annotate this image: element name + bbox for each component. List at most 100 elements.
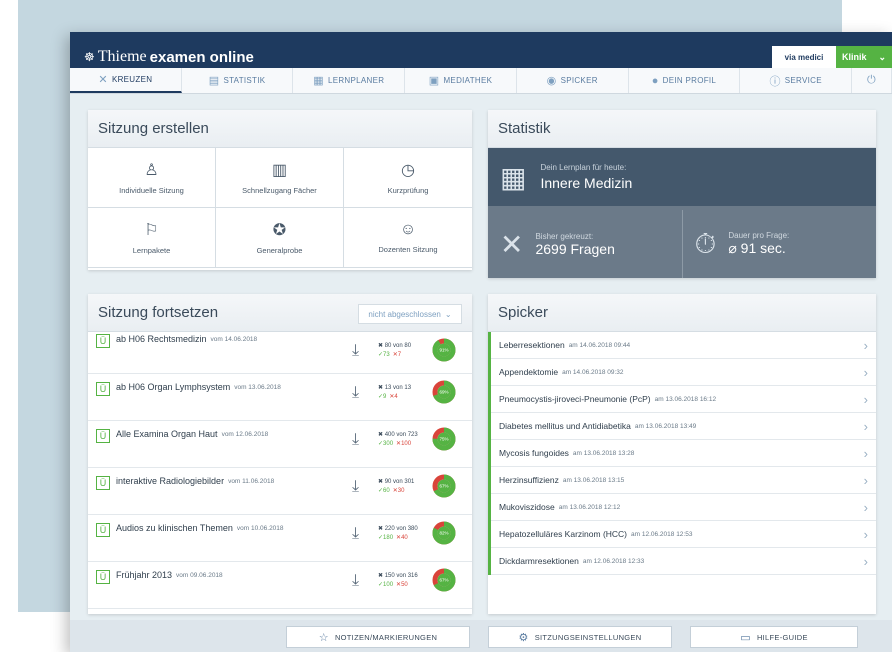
- spicker-item[interactable]: Leberresektionen am 14.06.2018 09:44 ›: [491, 332, 876, 359]
- session-row[interactable]: Üinteraktive Radiologiebilder vom 11.06.2…: [88, 468, 472, 515]
- donut-percent: 69%: [439, 390, 448, 395]
- learning-packages-button[interactable]: ⚐ Lernpakete: [88, 208, 216, 268]
- tab-label: SPICKER: [560, 76, 598, 85]
- tab-spicker[interactable]: ◉ SPICKER: [517, 68, 629, 93]
- session-filter-dropdown[interactable]: nicht abgeschlossen ⌄: [358, 304, 462, 324]
- download-icon[interactable]: ⤓: [352, 384, 359, 402]
- session-row[interactable]: Ü Alle Examina Organ Haut vom 12.06.2018 ⤓ ✖…: [88, 421, 472, 468]
- person-icon: ♙: [144, 162, 159, 179]
- session-row[interactable]: Ü Frühjahr 2013 vom 09.06.2018 ⤓ ✖ 150 von 3…: [88, 562, 472, 609]
- spicker-item[interactable]: Herzinsuffizienz am 13.06.2018 13:15 ›: [491, 467, 876, 494]
- app-window: ☸ Thieme examen online via medici Klinik…: [70, 32, 892, 652]
- tab-statistik[interactable]: ▤ STATISTIK: [182, 68, 294, 93]
- session-icon: Ü: [96, 476, 110, 490]
- donut-percent: 67%: [439, 578, 448, 583]
- spicker-title: Leberresektionen: [499, 340, 565, 350]
- session-row[interactable]: Üab H06 Rechtsmedizin vom 14.06.2018 ⤓ ✖ 80…: [88, 332, 472, 374]
- power-icon: ⏻: [867, 74, 877, 86]
- brand-name: Thieme: [97, 48, 147, 65]
- filter-label: nicht abgeschlossen: [368, 309, 441, 319]
- lecturer-icon: ☺: [399, 221, 417, 238]
- spicker-item[interactable]: Hepatozelluläres Karzinom (HCC) am 12.06.…: [491, 521, 876, 548]
- spicker-date: am 13.06.2018 13:28: [572, 449, 635, 457]
- create-session-panel: Sitzung erstellen ♙ Individuelle Sitzung…: [88, 110, 472, 270]
- session-icon: Ü: [96, 429, 110, 443]
- spicker-item[interactable]: Diabetes mellitus und Antidiabetika am 13…: [491, 413, 876, 440]
- session-row[interactable]: Ü Audios zu klinischen Themen vom 10.06.20…: [88, 515, 472, 562]
- spicker-title: Hepatozelluläres Karzinom (HCC): [499, 529, 628, 539]
- donut-percent: 91%: [439, 348, 448, 353]
- spicker-date: am 12.06.2018 12:33: [582, 557, 645, 565]
- klinik-switch[interactable]: Klinik ⌄: [836, 46, 892, 68]
- logout-button[interactable]: ⏻: [852, 68, 892, 93]
- chevron-right-icon: ›: [863, 473, 868, 488]
- session-icon: Ü: [96, 382, 110, 396]
- session-icon: Ü: [96, 334, 110, 348]
- chevron-right-icon: ›: [863, 419, 868, 434]
- lecturer-session-button[interactable]: ☺ Dozenten Sitzung: [344, 208, 472, 268]
- cell-label: Lernpakete: [132, 246, 171, 255]
- notes-markings-button[interactable]: ☆ NOTIZEN/MARKIERUNGEN: [286, 626, 470, 648]
- session-count: 400 von 723: [384, 432, 418, 438]
- spicker-date: am 13.06.2018 16:12: [654, 395, 717, 403]
- spicker-title: Mukoviszidose: [499, 502, 555, 512]
- cross-icon: ✖: [378, 526, 385, 532]
- tab-label: LERNPLANER: [327, 76, 385, 85]
- wrong-count: ✕100: [396, 441, 412, 447]
- short-exam-button[interactable]: ◷ Kurzprüfung: [344, 148, 472, 208]
- download-icon[interactable]: ⤓: [352, 478, 359, 496]
- chevron-right-icon: ›: [863, 338, 868, 353]
- session-list: Üab H06 Rechtsmedizin vom 14.06.2018 ⤓ ✖ 80…: [88, 332, 472, 609]
- chevron-right-icon: ›: [863, 365, 868, 380]
- individual-session-button[interactable]: ♙ Individuelle Sitzung: [88, 148, 216, 208]
- session-count: 13 von 13: [384, 385, 412, 391]
- flag-icon: ⚐: [144, 222, 159, 239]
- tab-label: KREUZEN: [111, 75, 153, 84]
- crossed-label: Bisher gekreuzt:: [535, 231, 594, 241]
- download-icon[interactable]: ⤓: [352, 525, 359, 543]
- quick-access-subjects-button[interactable]: ▥ Schnellzugang Fächer: [216, 148, 344, 208]
- brand-logo[interactable]: ☸ Thieme examen online: [84, 48, 254, 66]
- profile-icon: ●: [651, 74, 659, 87]
- spicker-date: am 14.06.2018 09:44: [568, 341, 631, 349]
- progress-donut: 75%: [432, 427, 456, 451]
- session-settings-button[interactable]: ⚙ SITZUNGSEINSTELLUNGEN: [488, 626, 672, 648]
- chevron-right-icon: ›: [863, 446, 868, 461]
- download-icon[interactable]: ⤓: [352, 342, 359, 360]
- tab-mediathek[interactable]: ▣ MEDIATHEK: [405, 68, 517, 93]
- statistics-panel: Statistik ▦ Dein Lernplan für heute: Inn…: [488, 110, 876, 278]
- duration-label: Dauer pro Frage:: [728, 231, 790, 240]
- spicker-item[interactable]: Mycosis fungoides am 13.06.2018 13:28 ›: [491, 440, 876, 467]
- tab-lernplaner[interactable]: ▦ LERNPLANER: [293, 68, 406, 93]
- download-icon[interactable]: ⤓: [352, 572, 359, 590]
- spicker-title: Dickdarmresektionen: [499, 556, 579, 566]
- spicker-item[interactable]: Appendektomie am 14.06.2018 09:32 ›: [491, 359, 876, 386]
- spicker-item[interactable]: Dickdarmresektionen am 12.06.2018 12:33 ›: [491, 548, 876, 575]
- info-icon: ⓘ: [769, 75, 781, 88]
- duration-per-question[interactable]: ⏱ Dauer pro Frage: ⌀ 91 sec.: [681, 210, 877, 278]
- book-icon: ▭: [740, 631, 751, 644]
- button-label: HILFE-GUIDE: [756, 632, 808, 642]
- tab-kreuzen[interactable]: ✕ KREUZEN: [70, 68, 182, 93]
- brand-bar: ☸ Thieme examen online via medici Klinik…: [70, 46, 892, 68]
- cross-icon: ✖: [378, 343, 385, 349]
- spicker-list: Leberresektionen am 14.06.2018 09:44 › Appe…: [488, 332, 876, 575]
- tab-service[interactable]: ⓘ SERVICE: [740, 68, 853, 93]
- cell-label: Kurzprüfung: [387, 186, 429, 195]
- session-stats: ✖ 220 von 380 ✓180 ✕40: [378, 525, 418, 543]
- tab-label: SERVICE: [784, 76, 822, 85]
- via-medici-link[interactable]: via medici: [772, 46, 836, 68]
- correct-count: ✓300: [378, 441, 394, 447]
- learning-plan-today[interactable]: ▦ Dein Lernplan für heute: Innere Medizi…: [488, 148, 876, 206]
- crossed-count[interactable]: ✕ Bisher gekreuzt: 2699 Fragen: [488, 210, 682, 278]
- session-stats: ✖ 90 von 301 ✓60 ✕30: [378, 478, 414, 496]
- help-guide-button[interactable]: ▭ HILFE-GUIDE: [690, 626, 858, 648]
- session-row[interactable]: Üab H06 Organ Lymphsystem vom 13.06.2018 ⤓…: [88, 374, 472, 421]
- cross-icon: ✖: [378, 385, 385, 391]
- spicker-item[interactable]: Mukoviszidose am 13.06.2018 12:12 ›: [491, 494, 876, 521]
- general-rehearsal-button[interactable]: ✪ Generalprobe: [216, 208, 344, 268]
- crossed-value: 2699 Fragen: [535, 240, 615, 257]
- spicker-item[interactable]: Pneumocystis-jiroveci-Pneumonie (PcP) am …: [491, 386, 876, 413]
- download-icon[interactable]: ⤓: [352, 431, 359, 449]
- tab-dein-profil[interactable]: ● DEIN PROFIL: [629, 68, 741, 93]
